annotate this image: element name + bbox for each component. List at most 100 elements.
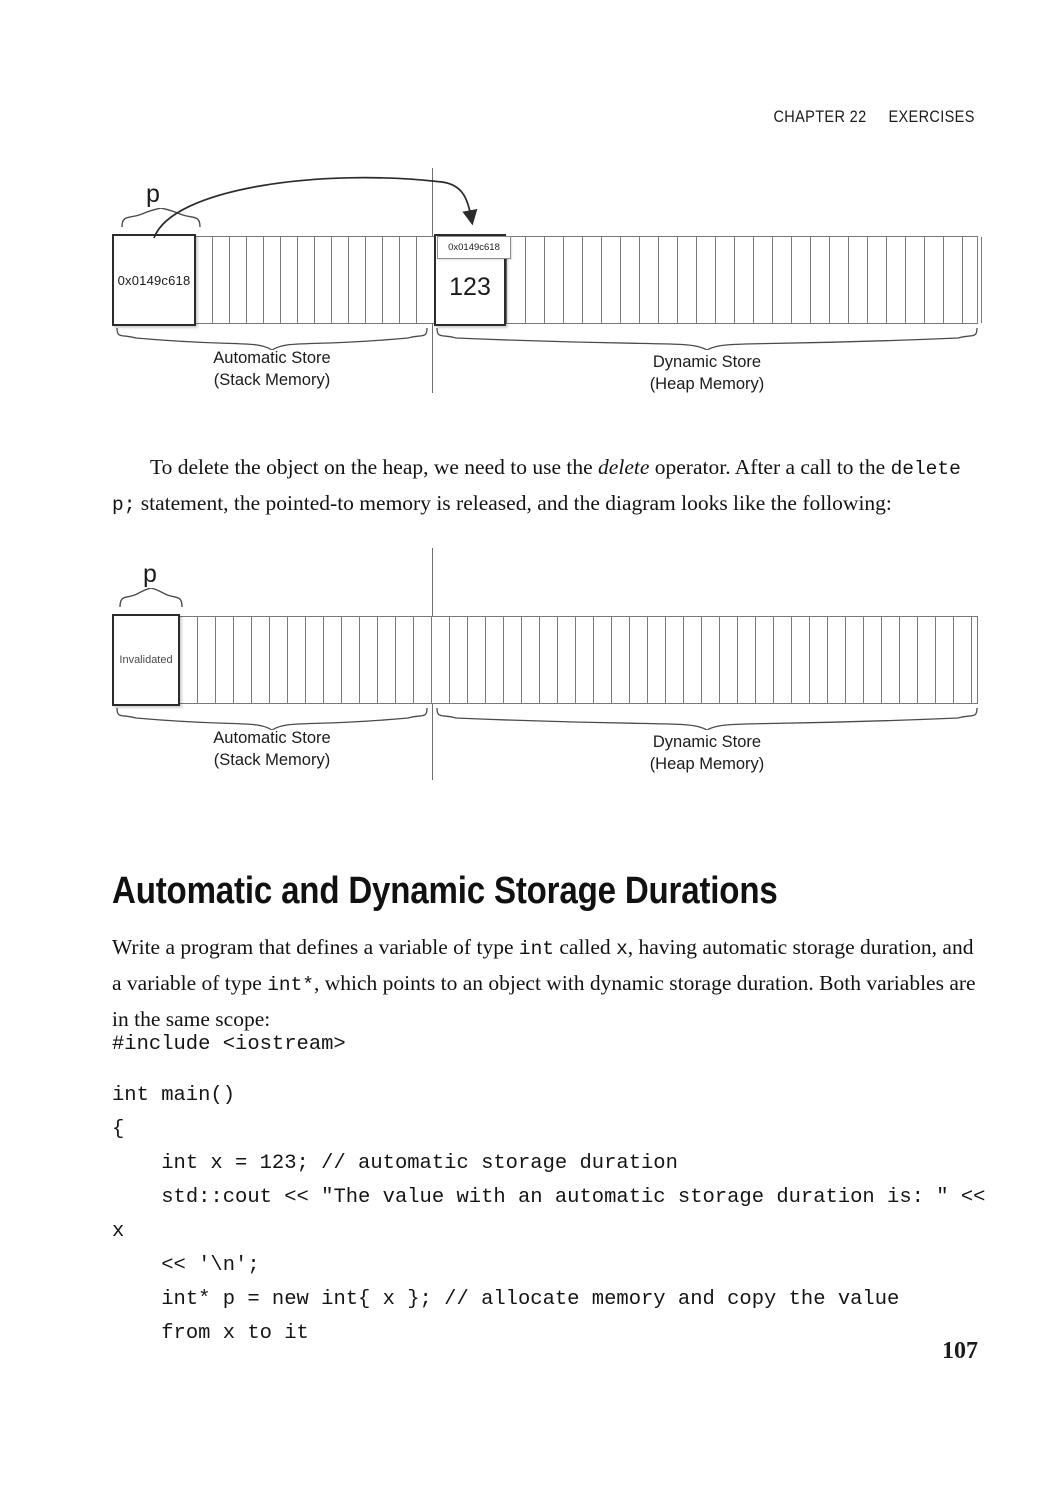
stack-region-label-1: Automatic Store (Stack Memory) bbox=[116, 348, 428, 392]
pointer-brace-1 bbox=[121, 208, 201, 228]
memory-cell bbox=[196, 237, 213, 323]
section-heading: Automatic and Dynamic Storage Durations bbox=[112, 870, 778, 913]
memory-cell bbox=[545, 237, 564, 323]
heap-address-tag: 0x0149c618 bbox=[437, 236, 511, 259]
memory-cell bbox=[936, 617, 954, 703]
memory-cell bbox=[576, 617, 594, 703]
memory-cell bbox=[659, 237, 678, 323]
code-line: int main() bbox=[112, 1084, 236, 1107]
para1-part3: statement, the pointed-to memory is rele… bbox=[135, 490, 892, 515]
memory-cell bbox=[522, 617, 540, 703]
para2-part2: called bbox=[553, 934, 617, 959]
memory-cell bbox=[666, 617, 684, 703]
memory-cell bbox=[450, 617, 468, 703]
memory-cell bbox=[887, 237, 906, 323]
heap-region-line1: Dynamic Store bbox=[652, 353, 762, 371]
memory-cell bbox=[378, 617, 396, 703]
stack-region-line1: Automatic Store bbox=[213, 349, 331, 367]
memory-cell bbox=[792, 617, 810, 703]
memory-cell bbox=[735, 237, 754, 323]
memory-cell bbox=[432, 617, 450, 703]
memory-cell bbox=[315, 237, 332, 323]
memory-cell bbox=[198, 617, 216, 703]
memory-cell bbox=[400, 237, 417, 323]
heap-region-line2: (Heap Memory) bbox=[649, 754, 765, 773]
stack-region-brace-2 bbox=[116, 708, 428, 730]
pointer-brace-2 bbox=[119, 588, 183, 608]
memory-cell bbox=[648, 617, 666, 703]
memory-cell bbox=[963, 237, 982, 323]
para2-code1: int bbox=[518, 937, 554, 960]
memory-cell bbox=[792, 237, 811, 323]
pointer-label-1: p bbox=[146, 180, 160, 208]
memory-cell bbox=[944, 237, 963, 323]
memory-cell bbox=[360, 617, 378, 703]
code-line: int x = 123; // automatic storage durati… bbox=[112, 1152, 678, 1175]
memory-cell bbox=[954, 617, 972, 703]
stack-region-line2: (Stack Memory) bbox=[213, 370, 331, 389]
memory-cell bbox=[234, 617, 252, 703]
memory-cell bbox=[564, 237, 583, 323]
memory-cell bbox=[298, 237, 315, 323]
memory-cell bbox=[417, 237, 435, 323]
memory-cell bbox=[828, 617, 846, 703]
memory-cell bbox=[486, 617, 504, 703]
invalidated-pointer-cell: Invalidated bbox=[112, 614, 180, 706]
heap-region-line1: Dynamic Store bbox=[652, 733, 762, 751]
memory-cell bbox=[925, 237, 944, 323]
stack-region-line2: (Stack Memory) bbox=[213, 750, 331, 769]
memory-cell bbox=[697, 237, 716, 323]
memory-cell bbox=[640, 237, 659, 323]
para2-code3: int* bbox=[267, 973, 315, 996]
memory-cell bbox=[270, 617, 288, 703]
memory-cell bbox=[882, 617, 900, 703]
memory-cell bbox=[720, 617, 738, 703]
memory-cell bbox=[281, 237, 298, 323]
memory-cell bbox=[306, 617, 324, 703]
memory-cell bbox=[756, 617, 774, 703]
paragraph-delete-explanation: To delete the object on the heap, we nee… bbox=[112, 450, 978, 522]
heap-region-brace-2 bbox=[436, 708, 978, 730]
para2-code2: x bbox=[616, 937, 628, 960]
stack-region-line1: Automatic Store bbox=[213, 729, 331, 747]
stack-region-label-2: Automatic Store (Stack Memory) bbox=[116, 728, 428, 772]
memory-cell bbox=[684, 617, 702, 703]
heap-region-brace-1 bbox=[436, 328, 978, 350]
memory-diagram-allocated: p 0x0149c618 123 0x0149c618 Automatic St… bbox=[112, 160, 982, 405]
memory-cell bbox=[738, 617, 756, 703]
memory-cell bbox=[396, 617, 414, 703]
memory-cell bbox=[349, 237, 366, 323]
memory-cell bbox=[526, 237, 545, 323]
memory-cell bbox=[288, 617, 306, 703]
heap-region-line2: (Heap Memory) bbox=[649, 374, 765, 393]
code-listing: #include <iostream> int main() { int x = 1… bbox=[112, 1028, 992, 1351]
memory-cell bbox=[630, 617, 648, 703]
memory-cell bbox=[918, 617, 936, 703]
memory-cell bbox=[383, 237, 400, 323]
memory-cell bbox=[868, 237, 887, 323]
memory-cell bbox=[366, 237, 383, 323]
running-head: CHAPTER 22 EXERCISES bbox=[773, 108, 975, 126]
code-line: { bbox=[112, 1118, 125, 1141]
memory-cell bbox=[247, 237, 264, 323]
code-line: int* p = new int{ x }; // allocate memor… bbox=[112, 1288, 900, 1311]
memory-cell bbox=[900, 617, 918, 703]
memory-cell bbox=[774, 617, 792, 703]
document-page: CHAPTER 22 EXERCISES p 0x0149c618 123 0x… bbox=[0, 0, 1050, 1500]
heap-region-label-1: Dynamic Store (Heap Memory) bbox=[436, 352, 978, 396]
memory-cell bbox=[621, 237, 640, 323]
memory-cell bbox=[213, 237, 230, 323]
para1-part1: To delete the object on the heap, we nee… bbox=[150, 454, 599, 479]
memory-cell bbox=[180, 617, 198, 703]
paragraph-exercise-prompt: Write a program that defines a variable … bbox=[112, 930, 978, 1036]
memory-cell bbox=[830, 237, 849, 323]
memory-cell bbox=[264, 237, 281, 323]
memory-cell bbox=[414, 617, 432, 703]
page-number: 107 bbox=[942, 1338, 978, 1364]
memory-cell bbox=[810, 617, 828, 703]
memory-cell bbox=[602, 237, 621, 323]
code-line: from x to it bbox=[112, 1322, 309, 1345]
code-line: << '\n'; bbox=[112, 1254, 260, 1277]
memory-cell bbox=[540, 617, 558, 703]
para2-part1: Write a program that defines a variable … bbox=[112, 934, 519, 959]
